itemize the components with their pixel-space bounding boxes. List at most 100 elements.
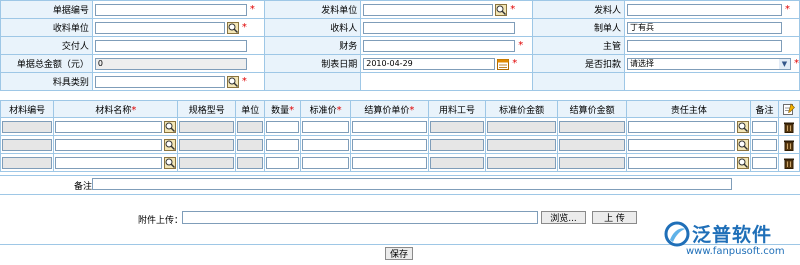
chevron-down-icon[interactable]: ▼: [778, 58, 790, 69]
receiver-input[interactable]: [363, 21, 516, 34]
cell-input[interactable]: [55, 138, 163, 151]
receiver-unit-input[interactable]: [94, 21, 225, 34]
company-logo: 泛普软件 www.fanpusoft.com: [664, 217, 800, 265]
cell-input[interactable]: [352, 120, 427, 133]
readonly-cell: [558, 156, 626, 169]
cell-input[interactable]: [266, 156, 299, 169]
cell-input[interactable]: [301, 120, 350, 133]
logo-brand: 泛普软件: [692, 224, 773, 246]
required-mark: *: [518, 40, 524, 51]
spec-cell: [177, 153, 237, 172]
settle-amount-cell: [556, 117, 628, 136]
cell-input[interactable]: [55, 156, 163, 169]
upload-button[interactable]: 上 传: [592, 211, 637, 224]
job-no-cell: [427, 153, 487, 172]
delete-cell: [777, 153, 800, 172]
unit-cell: [235, 153, 266, 172]
header-form: 单据编号 * 发料单位 * 发料人 * 收料单位 * 收料人 制单人 交付人 财…: [0, 0, 800, 91]
required-mark: *: [241, 76, 247, 87]
issuer-input[interactable]: [626, 3, 782, 16]
remark-cell: [750, 117, 779, 136]
picker-icon[interactable]: [227, 22, 239, 34]
cell-input[interactable]: [752, 138, 777, 151]
cell-input[interactable]: [628, 138, 736, 151]
readonly-cell: [487, 156, 556, 169]
readonly-cell: [179, 120, 235, 133]
material-name-cell: [53, 117, 179, 136]
delete-row-icon[interactable]: [783, 121, 795, 133]
cell-input[interactable]: [752, 120, 777, 133]
quantity-cell: [264, 153, 301, 172]
picker-icon[interactable]: [164, 139, 176, 151]
date-input[interactable]: [363, 57, 496, 70]
cell-input[interactable]: [628, 156, 736, 169]
material-no-cell: [0, 117, 55, 136]
standard-price-cell: [299, 117, 352, 136]
cell-input[interactable]: [352, 156, 427, 169]
standard-price-cell: [299, 153, 352, 172]
spec-cell: [177, 135, 237, 154]
readonly-cell: [237, 156, 264, 169]
issuer-unit-label: 发料单位: [264, 0, 362, 19]
material-no-cell: [0, 135, 55, 154]
save-button[interactable]: 保存: [385, 247, 413, 260]
cell-input[interactable]: [301, 138, 350, 151]
table-row: [0, 153, 800, 172]
cell-input[interactable]: [301, 156, 350, 169]
add-row-icon[interactable]: [783, 103, 795, 115]
preparer-input[interactable]: [626, 21, 782, 34]
supervisor-input[interactable]: [626, 39, 782, 52]
cell-input[interactable]: [752, 156, 777, 169]
cell-input[interactable]: [352, 138, 427, 151]
picker-icon[interactable]: [227, 76, 239, 88]
required-mark: *: [793, 58, 799, 69]
unit-cell: [235, 117, 266, 136]
date-label: 制表日期: [264, 54, 362, 73]
doc-no-input[interactable]: [94, 3, 247, 16]
col-material-no: 材料编号: [0, 100, 55, 118]
readonly-cell: [487, 120, 556, 133]
readonly-cell: [237, 120, 264, 133]
cell-input[interactable]: [266, 120, 299, 133]
attachment-path-input[interactable]: [182, 211, 538, 224]
picker-icon[interactable]: [495, 4, 507, 16]
delete-row-icon[interactable]: [783, 139, 795, 151]
cell-input[interactable]: [628, 120, 736, 133]
standard-amount-cell: [485, 135, 558, 154]
category-input[interactable]: [94, 75, 225, 88]
picker-icon[interactable]: [737, 121, 749, 133]
table-row: [0, 135, 800, 154]
cell-input[interactable]: [55, 120, 163, 133]
cell-input[interactable]: [266, 138, 299, 151]
add-row-button[interactable]: [777, 100, 800, 118]
col-spec: 规格型号: [177, 100, 237, 118]
deliverer-input[interactable]: [94, 39, 247, 52]
quantity-cell: [264, 117, 301, 136]
col-material-name: 材料名称*: [53, 100, 179, 118]
category-label: 料具类别: [0, 72, 93, 91]
browse-button[interactable]: 浏览...: [541, 211, 586, 224]
col-quantity: 数量*: [264, 100, 301, 118]
delete-cell: [777, 117, 800, 136]
readonly-cell: [2, 138, 53, 151]
deduct-label: 是否扣款: [531, 54, 625, 73]
required-mark: *: [512, 58, 518, 69]
finance-input[interactable]: [363, 39, 516, 52]
remark-label: 备注: [74, 182, 93, 192]
picker-icon[interactable]: [164, 157, 176, 169]
logo-mark-icon: [664, 221, 690, 247]
picker-icon[interactable]: [737, 157, 749, 169]
material-no-cell: [0, 153, 55, 172]
required-mark: *: [510, 4, 516, 15]
deduct-select[interactable]: 请选择 ▼: [626, 57, 791, 70]
col-responsible: 责任主体: [626, 100, 752, 118]
remark-input[interactable]: [92, 178, 732, 190]
readonly-cell: [429, 156, 485, 169]
issuer-unit-input[interactable]: [363, 3, 494, 16]
issuer-label: 发料人: [531, 0, 625, 19]
picker-icon[interactable]: [164, 121, 176, 133]
calendar-icon[interactable]: [497, 58, 509, 70]
logo-url: www.fanpusoft.com: [686, 246, 785, 257]
picker-icon[interactable]: [737, 139, 749, 151]
delete-row-icon[interactable]: [783, 157, 795, 169]
